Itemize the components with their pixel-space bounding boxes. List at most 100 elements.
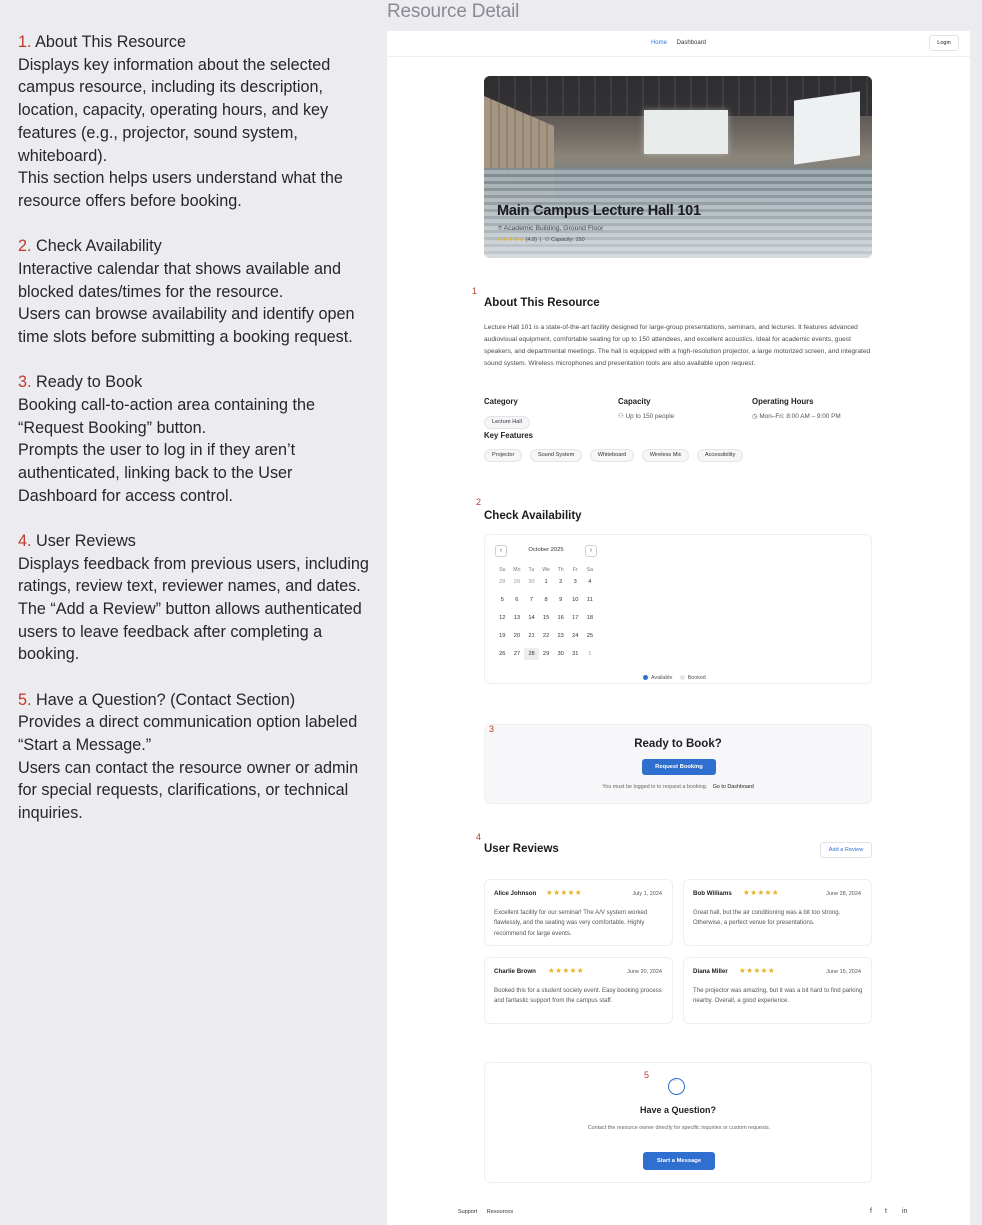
note-about: 1. About This Resource Displays key info… <box>18 31 373 213</box>
calendar-day[interactable]: 12 <box>495 612 510 630</box>
resource-location: ⌾ Academic Building, Ground Floor <box>498 225 603 233</box>
calendar-day[interactable]: 25 <box>583 630 598 648</box>
add-review-button[interactable]: Add a Review <box>820 842 872 858</box>
calendar-day[interactable]: 5 <box>495 594 510 612</box>
calendar-legend: Available Booked <box>643 675 706 681</box>
capacity-value-text: Up to 150 people <box>625 413 675 420</box>
calendar-day[interactable]: 30 <box>524 576 539 594</box>
footer-support-link[interactable]: Support <box>458 1209 477 1215</box>
calendar-day[interactable]: 28 <box>495 576 510 594</box>
location-text: Academic Building, Ground Floor <box>503 225 604 232</box>
linkedin-icon[interactable]: in <box>902 1208 907 1215</box>
calendar-day[interactable]: 22 <box>539 630 554 648</box>
about-description: Lecture Hall 101 is a state-of-the-art f… <box>484 324 871 367</box>
login-note-text: You must be logged in to request a booki… <box>602 784 708 790</box>
note-line: Displays feedback from previous users, i… <box>18 554 369 596</box>
calendar-week-row: 5 6 7 8 9 10 11 <box>495 594 597 612</box>
review-stars: ★★★★★ <box>743 888 780 897</box>
chevron-right-icon[interactable]: › <box>585 545 597 557</box>
calendar-month: October 2025 <box>528 547 564 553</box>
go-to-dashboard-link[interactable]: Go to Dashboard <box>713 784 754 790</box>
calendar-day[interactable]: 20 <box>510 630 525 648</box>
calendar-day[interactable]: 21 <box>524 630 539 648</box>
calendar-day[interactable]: 13 <box>510 612 525 630</box>
footer-resources-link[interactable]: Resources <box>487 1209 513 1215</box>
calendar-day[interactable]: 24 <box>568 630 583 648</box>
calendar-day[interactable]: 19 <box>495 630 510 648</box>
capacity-label: Capacity <box>618 397 651 406</box>
login-button[interactable]: Login <box>929 35 959 51</box>
note-number: 1. <box>18 33 32 51</box>
calendar-day[interactable]: 6 <box>510 594 525 612</box>
section-marker: 5 <box>644 1070 650 1080</box>
calendar-day[interactable]: 27 <box>510 648 525 666</box>
calendar-day[interactable]: 10 <box>568 594 583 612</box>
feature-chip: Projector <box>484 449 523 462</box>
calendar-day[interactable]: 1 <box>539 576 554 594</box>
facebook-icon[interactable]: f <box>870 1208 872 1215</box>
calendar-day[interactable]: 11 <box>583 594 598 612</box>
calendar-day[interactable]: 18 <box>583 612 598 630</box>
note-line: Users can browse availability and identi… <box>18 305 355 346</box>
calendar-day[interactable]: 29 <box>510 576 525 594</box>
note-title: User Reviews <box>36 531 136 550</box>
section-marker: 3 <box>489 724 495 734</box>
available-dot-icon <box>643 675 648 680</box>
calendar-day[interactable]: 9 <box>553 594 568 612</box>
section-marker: 1 <box>472 286 478 296</box>
section-marker: 2 <box>476 497 482 507</box>
review-card: Alice Johnson ★★★★★ July 1, 2024 Excelle… <box>484 879 673 946</box>
calendar-day[interactable]: 23 <box>553 630 568 648</box>
nav-dashboard-link[interactable]: Dashboard <box>677 40 706 46</box>
section-marker: 4 <box>476 832 482 842</box>
calendar-day[interactable]: 15 <box>539 612 554 630</box>
review-date: June 15, 2024 <box>826 969 861 975</box>
contact-title: Have a Question? <box>639 1105 717 1115</box>
calendar-header: ‹ October 2025 › <box>495 545 597 557</box>
review-card: Charlie Brown ★★★★★ June 20, 2024 Booked… <box>484 957 673 1024</box>
calendar-day[interactable]: 31 <box>568 648 583 666</box>
calendar-week-row: 19 20 21 22 23 24 25 <box>495 630 597 648</box>
note-number: 5. <box>18 690 32 709</box>
resource-meta: ★★★★★ (4.8) | ⚇ Capacity: 150 <box>497 237 585 243</box>
calendar-day[interactable]: 7 <box>524 594 539 612</box>
calendar-day[interactable]: 29 <box>539 648 554 666</box>
rating-stars: ★★★★★ <box>497 237 525 243</box>
calendar-day[interactable]: 4 <box>583 576 598 594</box>
calendar-day[interactable]: 3 <box>568 576 583 594</box>
note-line: Booking call-to-action area containing t… <box>18 395 315 437</box>
weekday-label: Su <box>499 567 506 573</box>
twitter-icon[interactable]: t <box>885 1208 887 1215</box>
feature-chip: Accessibility <box>696 449 744 462</box>
note-title: Have a Question? (Contact Section) <box>36 690 296 709</box>
hours-value: ◷ Mon–Fri: 8:00 AM – 9:00 PM <box>752 412 841 420</box>
review-date: July 1, 2024 <box>632 891 662 897</box>
reviewer-name: Diana Miller <box>693 968 728 975</box>
calendar-day[interactable]: 26 <box>495 648 510 666</box>
calendar-day[interactable]: 2 <box>553 576 568 594</box>
calendar-week-row: 28 29 30 1 2 3 4 <box>495 576 597 594</box>
note-number: 2. <box>18 237 32 256</box>
note-title: Check Availability <box>36 237 162 256</box>
contact-description: Contact the resource owner directly for … <box>587 1125 771 1131</box>
request-booking-button[interactable]: Request Booking <box>642 759 716 775</box>
note-line: This section helps users understand what… <box>18 169 343 210</box>
calendar-day[interactable]: 1 <box>583 648 598 666</box>
location-pin-icon: ⌾ <box>498 225 503 232</box>
calendar-day[interactable]: 17 <box>568 612 583 630</box>
calendar-weekday-row: Su Mo Tu We Th Fr Sa <box>495 564 597 576</box>
calendar-day[interactable]: 8 <box>539 594 554 612</box>
calendar-day[interactable]: 28 <box>524 647 539 660</box>
calendar-day[interactable]: 16 <box>553 612 568 630</box>
weekday-label: Th <box>557 567 564 573</box>
about-title: About This Resource <box>484 297 600 309</box>
calendar-day[interactable]: 30 <box>553 648 568 666</box>
start-message-button[interactable]: Start a Message <box>643 1152 715 1170</box>
hero-image-screen <box>794 91 860 165</box>
nav-home-link[interactable]: Home <box>651 40 667 46</box>
note-booking: 3. Ready to Book Booking call-to-action … <box>18 371 373 507</box>
page-title: Resource Detail <box>387 1 520 22</box>
note-contact: 5. Have a Question? (Contact Section) Pr… <box>18 689 373 825</box>
booked-dot-icon <box>679 675 685 680</box>
calendar-day[interactable]: 14 <box>524 612 539 630</box>
